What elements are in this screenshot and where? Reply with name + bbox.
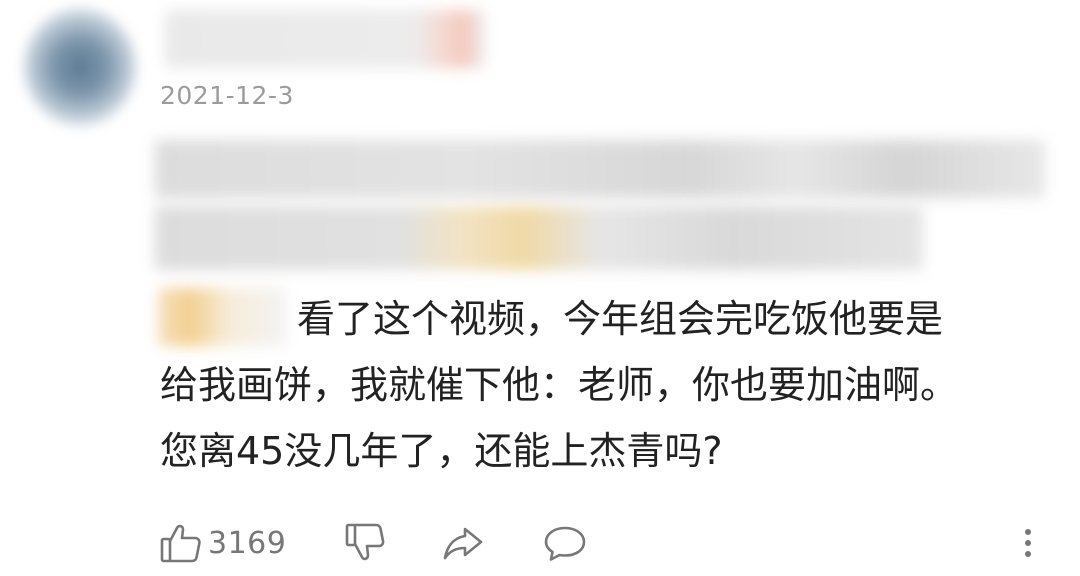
avatar[interactable] (24, 8, 136, 126)
redacted-text-line (155, 206, 923, 270)
like-count: 3169 (208, 525, 287, 561)
share-button[interactable] (440, 518, 486, 568)
more-options-button[interactable] (1018, 518, 1038, 568)
comment-text-line: 看了这个视频，今年组会完吃饭他要是 (297, 297, 944, 341)
comment-bubble-icon (542, 520, 588, 566)
reply-button[interactable] (542, 518, 588, 568)
comment-date: 2021-12-3 (160, 81, 294, 110)
dislike-button[interactable] (342, 518, 388, 568)
username-redacted[interactable] (165, 10, 485, 68)
thumbs-down-icon (342, 520, 388, 566)
comment-text-line: 给我画饼，我就催下他：老师，你也要加油啊。 (160, 363, 959, 407)
thumbs-up-icon (158, 520, 204, 566)
comment-card: 2021-12-3 看了这个视频，今年组会完吃饭他要是 给我画饼，我就催下他：老… (0, 0, 1080, 576)
redacted-text-line (155, 140, 1045, 198)
more-vertical-icon (1018, 520, 1038, 566)
redacted-emoji (158, 288, 286, 346)
like-button[interactable]: 3169 (158, 518, 286, 568)
comment-text-line: 您离45没几年了，还能上杰青吗? (160, 429, 723, 473)
share-arrow-icon (440, 520, 486, 566)
